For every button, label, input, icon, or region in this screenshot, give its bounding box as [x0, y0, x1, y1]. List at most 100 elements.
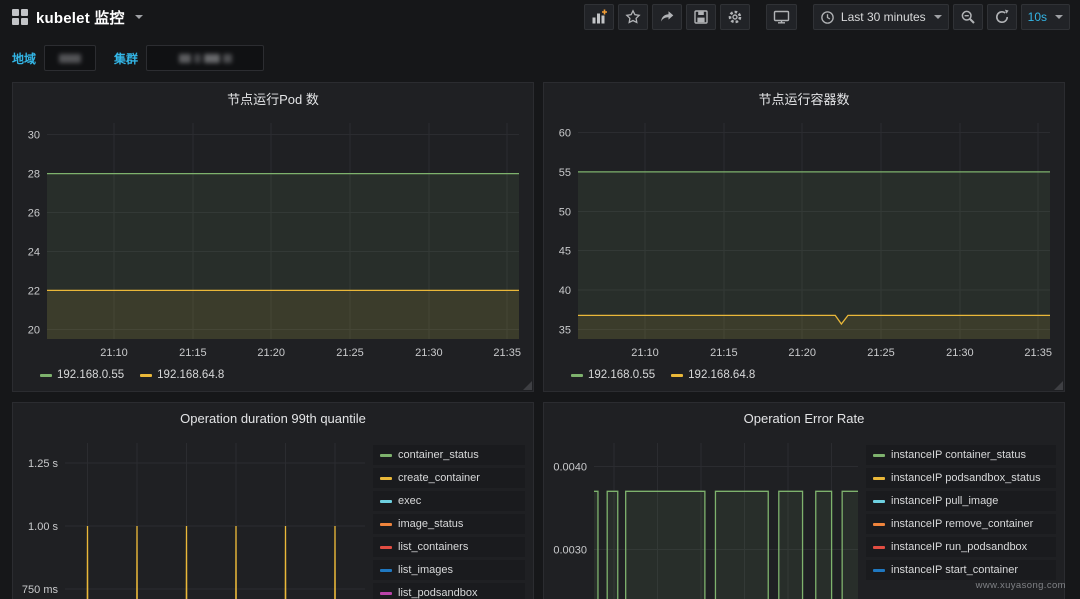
- time-range-picker[interactable]: Last 30 minutes: [813, 4, 949, 30]
- legend-item[interactable]: instanceIP start_container: [866, 560, 1056, 580]
- variable-region-value[interactable]: [44, 45, 96, 71]
- legend-item[interactable]: list_podsandbox: [373, 583, 525, 599]
- variable-cluster-value[interactable]: [146, 45, 264, 71]
- time-series-chart[interactable]: 0.00200.00300.0040: [544, 433, 866, 599]
- gear-icon: [727, 9, 743, 25]
- legend-swatch: [140, 374, 152, 377]
- cycle-view-button[interactable]: [766, 4, 797, 30]
- legend-item[interactable]: image_status: [373, 514, 525, 534]
- legend-label: 192.168.64.8: [157, 369, 224, 381]
- chevron-down-icon[interactable]: [135, 15, 143, 19]
- redacted-value: [179, 54, 191, 63]
- panel-title[interactable]: Operation duration 99th quantile: [13, 403, 533, 433]
- panel-title[interactable]: 节点运行Pod 数: [13, 83, 533, 113]
- legend-item[interactable]: container_status: [373, 445, 525, 465]
- legend-item[interactable]: instanceIP run_podsandbox: [866, 537, 1056, 557]
- legend-item[interactable]: list_containers: [373, 537, 525, 557]
- legend-label: list_containers: [398, 541, 468, 553]
- share-icon: [659, 9, 675, 25]
- legend-item[interactable]: list_images: [373, 560, 525, 580]
- legend-item[interactable]: instanceIP pull_image: [866, 491, 1056, 511]
- legend-label: image_status: [398, 518, 463, 530]
- svg-text:21:35: 21:35: [1024, 347, 1052, 359]
- star-button[interactable]: [618, 4, 648, 30]
- svg-text:60: 60: [559, 127, 571, 139]
- legend-item[interactable]: instanceIP podsandbox_status: [866, 468, 1056, 488]
- dashboard-grid-icon[interactable]: [12, 9, 28, 25]
- settings-button[interactable]: [720, 4, 750, 30]
- legend-label: 192.168.0.55: [57, 369, 124, 381]
- panel-title[interactable]: Operation Error Rate: [544, 403, 1064, 433]
- svg-text:50: 50: [559, 206, 571, 218]
- legend-swatch: [571, 374, 583, 377]
- svg-text:35: 35: [559, 325, 571, 337]
- svg-text:24: 24: [28, 246, 40, 258]
- legend-item[interactable]: 192.168.0.55: [571, 369, 655, 381]
- legend-item[interactable]: 192.168.64.8: [671, 369, 755, 381]
- legend-swatch: [873, 477, 885, 480]
- time-series-chart[interactable]: 21:1021:1521:2021:2521:3021:352022242628…: [13, 113, 533, 365]
- legend-item[interactable]: exec: [373, 491, 525, 511]
- variable-cluster-label: 集群: [114, 50, 138, 67]
- redacted-value: [59, 54, 81, 63]
- svg-text:21:25: 21:25: [867, 347, 895, 359]
- panel-operation-error-rate: Operation Error Rate 0.00200.00300.0040 …: [543, 402, 1065, 599]
- time-series-chart[interactable]: 500 ms750 ms1.00 s1.25 s: [13, 433, 373, 599]
- legend-item[interactable]: 192.168.64.8: [140, 369, 224, 381]
- add-panel-icon: [591, 9, 607, 25]
- time-range-label: Last 30 minutes: [841, 10, 926, 24]
- legend-label: list_images: [398, 564, 453, 576]
- svg-text:21:10: 21:10: [631, 347, 659, 359]
- refresh-button[interactable]: [987, 4, 1017, 30]
- svg-text:1.00 s: 1.00 s: [28, 521, 58, 533]
- panel-operation-duration: Operation duration 99th quantile 500 ms7…: [12, 402, 534, 599]
- legend-label: 192.168.64.8: [688, 369, 755, 381]
- legend-label: instanceIP container_status: [891, 449, 1026, 461]
- svg-text:21:30: 21:30: [415, 347, 443, 359]
- dashboard-title[interactable]: kubelet 监控: [36, 7, 125, 28]
- svg-text:40: 40: [559, 285, 571, 297]
- share-button[interactable]: [652, 4, 682, 30]
- legend-swatch: [380, 592, 392, 595]
- legend-swatch: [380, 523, 392, 526]
- legend-label: list_podsandbox: [398, 587, 478, 599]
- panel-resize-handle[interactable]: [1054, 381, 1063, 390]
- template-variables-row: 地域 集群: [12, 44, 1068, 72]
- legend-item[interactable]: 192.168.0.55: [40, 369, 124, 381]
- svg-text:55: 55: [559, 167, 571, 179]
- legend-item[interactable]: instanceIP container_status: [866, 445, 1056, 465]
- legend-item[interactable]: instanceIP remove_container: [866, 514, 1056, 534]
- legend-swatch: [380, 546, 392, 549]
- chart-legend: 192.168.0.55 192.168.64.8: [544, 365, 1064, 381]
- legend-item[interactable]: create_container: [373, 468, 525, 488]
- variable-region-label: 地域: [12, 50, 36, 67]
- panel-title[interactable]: 节点运行容器数: [544, 83, 1064, 113]
- legend-swatch: [380, 569, 392, 572]
- svg-text:21:25: 21:25: [336, 347, 364, 359]
- svg-text:22: 22: [28, 285, 40, 297]
- panel-resize-handle[interactable]: [523, 381, 532, 390]
- refresh-interval-label: 10s: [1028, 10, 1047, 24]
- dashboard-panels: 节点运行Pod 数 21:1021:1521:2021:2521:3021:35…: [12, 82, 1065, 599]
- time-series-chart[interactable]: 21:1021:1521:2021:2521:3021:353540455055…: [544, 113, 1064, 365]
- legend-label: instanceIP run_podsandbox: [891, 541, 1027, 553]
- svg-text:21:10: 21:10: [100, 347, 128, 359]
- svg-text:21:20: 21:20: [257, 347, 285, 359]
- svg-text:26: 26: [28, 208, 40, 220]
- legend-swatch: [380, 454, 392, 457]
- svg-text:30: 30: [28, 130, 40, 142]
- svg-text:28: 28: [28, 169, 40, 181]
- svg-text:750 ms: 750 ms: [22, 584, 59, 596]
- add-panel-button[interactable]: [584, 4, 614, 30]
- top-navbar: kubelet 监控: [0, 0, 1080, 32]
- legend-swatch: [873, 454, 885, 457]
- svg-text:0.0030: 0.0030: [553, 545, 587, 557]
- legend-swatch: [873, 523, 885, 526]
- zoom-out-button[interactable]: [953, 4, 983, 30]
- refresh-interval-picker[interactable]: 10s: [1021, 4, 1070, 30]
- save-button[interactable]: [686, 4, 716, 30]
- chart-legend: 192.168.0.55 192.168.64.8: [13, 365, 533, 381]
- redacted-value: [204, 54, 220, 63]
- legend-label: instanceIP pull_image: [891, 495, 998, 507]
- redacted-value: [194, 54, 201, 63]
